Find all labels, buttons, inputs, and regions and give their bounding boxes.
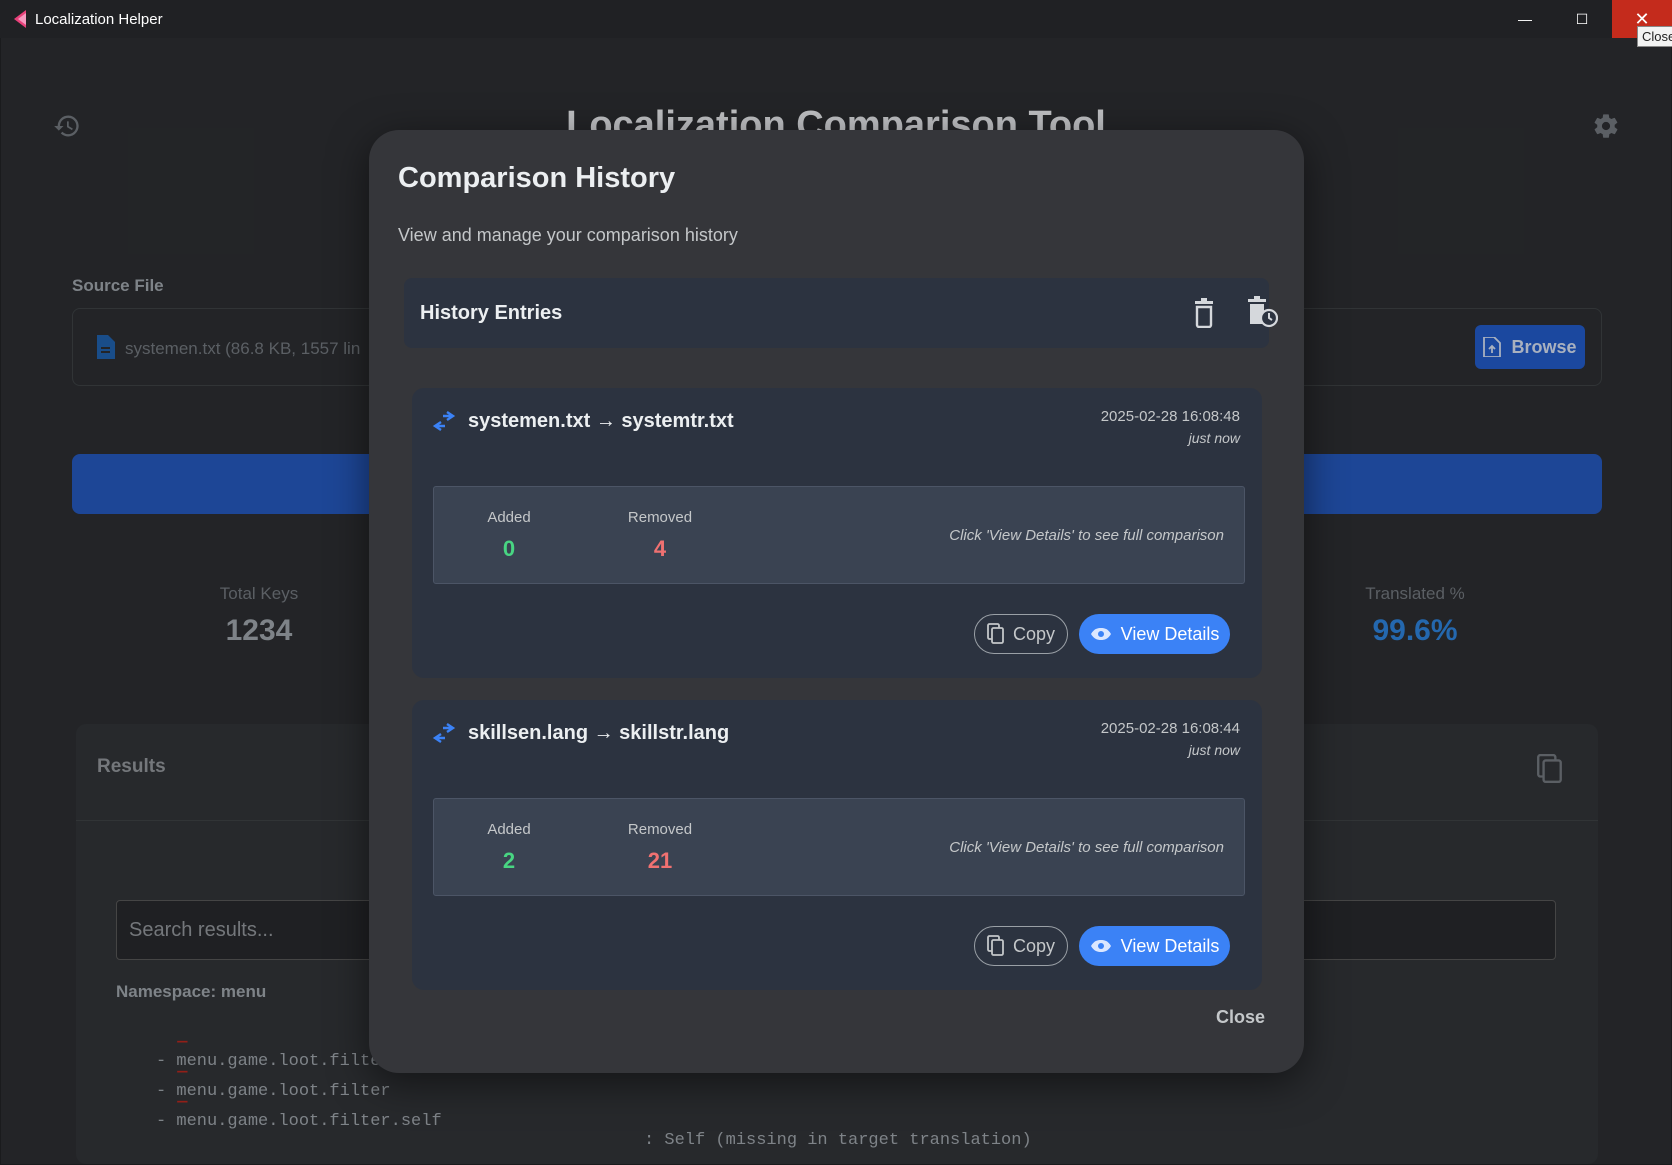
- entry-title: skillsen.lang → skillstr.lang: [468, 722, 730, 744]
- dialog-subtitle: View and manage your comparison history: [398, 225, 738, 245]
- maximize-button[interactable]: ☐: [1553, 0, 1611, 38]
- app-logo-icon: [14, 10, 26, 28]
- removed-count: 4: [653, 536, 667, 561]
- history-entries-title: History Entries: [420, 302, 563, 324]
- eye-icon: [1090, 628, 1111, 640]
- dialog-title: Comparison History: [398, 162, 676, 194]
- view-details-label: View Details: [1120, 623, 1220, 644]
- entry-stats: Added 2 Removed 21 Click 'View Details' …: [433, 798, 1245, 896]
- view-details-button[interactable]: View Details: [1079, 926, 1230, 966]
- window-title: Localization Helper: [35, 11, 163, 28]
- view-details-label: View Details: [1120, 935, 1220, 956]
- added-count: 0: [502, 536, 516, 561]
- history-list[interactable]: systemen.txt → systemtr.txt 2025-02-28 1…: [412, 388, 1262, 1102]
- compare-arrows-icon: [432, 723, 456, 743]
- entry-relative-time: just now: [1188, 430, 1240, 446]
- copy-button[interactable]: Copy: [974, 614, 1068, 654]
- history-entry: skillsen.lang → skillstr.lang 2025-02-28…: [412, 700, 1262, 990]
- added-stat: Added 2: [449, 821, 569, 874]
- copy-label: Copy: [1012, 623, 1056, 644]
- history-dialog: Comparison History View and manage your …: [369, 130, 1304, 1073]
- minimize-button[interactable]: —: [1496, 0, 1554, 38]
- copy-label: Copy: [1012, 935, 1056, 956]
- entry-relative-time: just now: [1188, 742, 1240, 758]
- entry-timestamp: 2025-02-28 16:08:48: [1100, 408, 1240, 425]
- compare-arrows-icon: [432, 411, 456, 431]
- history-entries-header: History Entries: [404, 278, 1278, 348]
- removed-stat: Removed 4: [600, 509, 720, 562]
- copy-button[interactable]: Copy: [974, 926, 1068, 966]
- added-label: Added: [487, 821, 531, 838]
- delete-old-icon[interactable]: [1246, 296, 1278, 328]
- entry-title: systemen.txt → systemtr.txt: [468, 410, 734, 432]
- added-stat: Added 0: [449, 509, 569, 562]
- close-tooltip: Close: [1637, 26, 1672, 47]
- added-label: Added: [487, 509, 531, 526]
- details-hint: Click 'View Details' to see full compari…: [949, 839, 1224, 856]
- removed-label: Removed: [627, 821, 693, 838]
- added-count: 2: [502, 848, 516, 873]
- close-dialog-button[interactable]: Close: [1216, 1007, 1265, 1028]
- removed-count: 21: [647, 848, 673, 873]
- removed-label: Removed: [627, 509, 693, 526]
- trash-icon[interactable]: [1191, 298, 1217, 328]
- history-entry: systemen.txt → systemtr.txt 2025-02-28 1…: [412, 388, 1262, 678]
- entry-stats: Added 0 Removed 4 Click 'View Details' t…: [433, 486, 1245, 584]
- title-bar: Localization Helper — ☐ ✕: [0, 0, 1672, 38]
- view-details-button[interactable]: View Details: [1079, 614, 1230, 654]
- eye-icon: [1090, 940, 1111, 952]
- copy-icon: [987, 935, 1004, 956]
- entry-timestamp: 2025-02-28 16:08:44: [1100, 720, 1240, 737]
- details-hint: Click 'View Details' to see full compari…: [949, 527, 1224, 544]
- removed-stat: Removed 21: [600, 821, 720, 874]
- copy-icon: [987, 623, 1004, 644]
